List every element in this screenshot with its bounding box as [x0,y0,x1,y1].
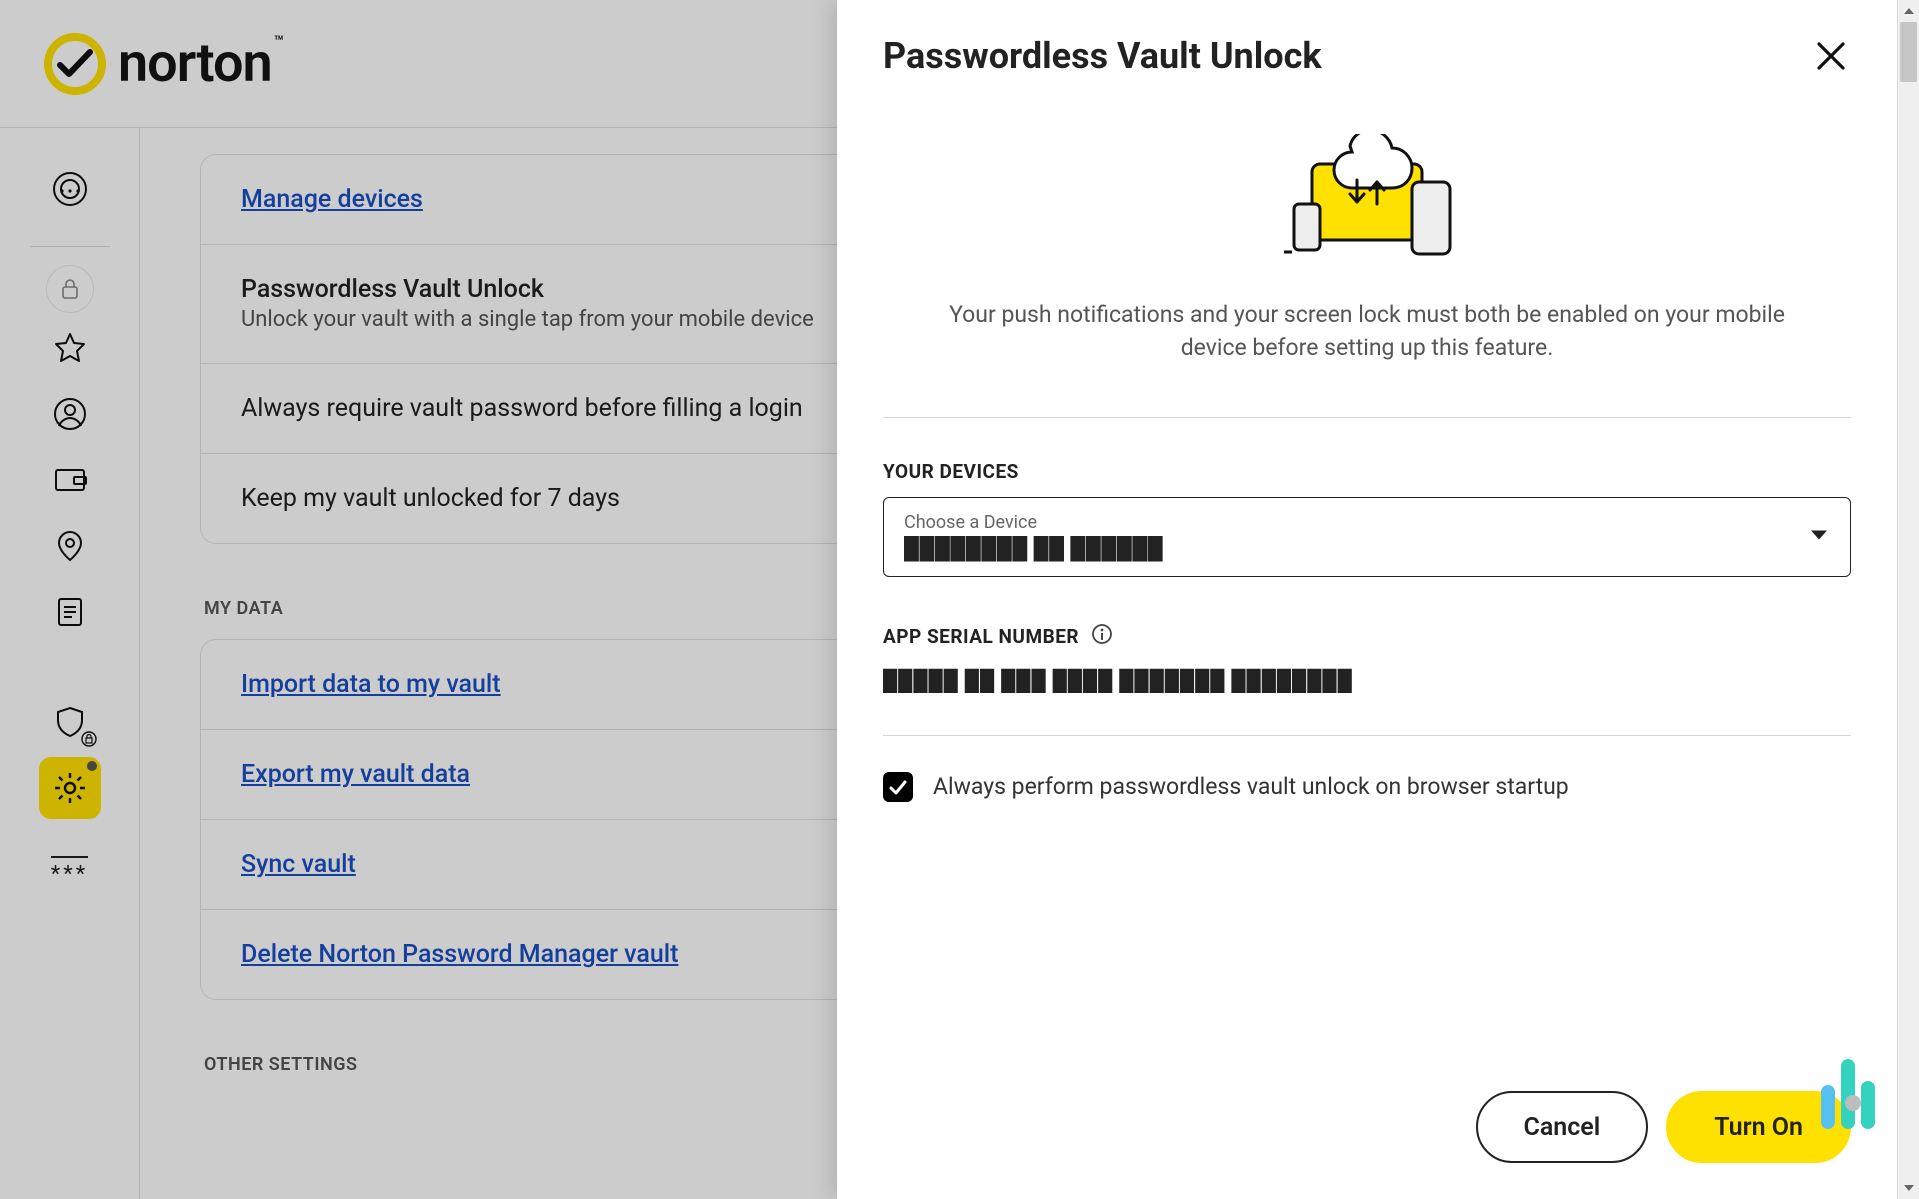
scroll-down-button[interactable] [1898,1177,1919,1199]
floating-widget-icon[interactable] [1809,1051,1887,1129]
chevron-down-icon [1810,527,1828,546]
devices-cloud-icon [1272,134,1462,264]
scroll-thumb[interactable] [1900,22,1917,82]
startup-unlock-checkbox[interactable] [883,772,913,802]
close-button[interactable] [1807,32,1855,80]
device-select[interactable]: Choose a Device ████████ ██ ██████ [883,497,1851,577]
scrollbar[interactable] [1897,0,1919,1199]
divider [883,735,1851,736]
info-icon[interactable] [1091,623,1113,650]
cancel-button[interactable]: Cancel [1476,1091,1649,1163]
close-icon [1814,39,1848,73]
modal-title: Passwordless Vault Unlock [883,35,1322,77]
serial-section-label: APP SERIAL NUMBER [883,623,1851,650]
device-select-hint: Choose a Device [904,512,1830,533]
scroll-up-button[interactable] [1898,0,1919,22]
device-select-value: ████████ ██ ██████ [904,537,1830,561]
divider [883,417,1851,418]
devices-section-label: YOUR DEVICES [883,460,1851,483]
passwordless-unlock-modal: Passwordless Vault Unlock Your push [837,0,1897,1199]
modal-description: Your push notifications and your screen … [942,298,1792,365]
serial-value: █████ ██ ███ ████ ███████ ████████ [883,668,1851,693]
check-icon [888,777,908,797]
startup-unlock-label: Always perform passwordless vault unlock… [933,773,1569,800]
